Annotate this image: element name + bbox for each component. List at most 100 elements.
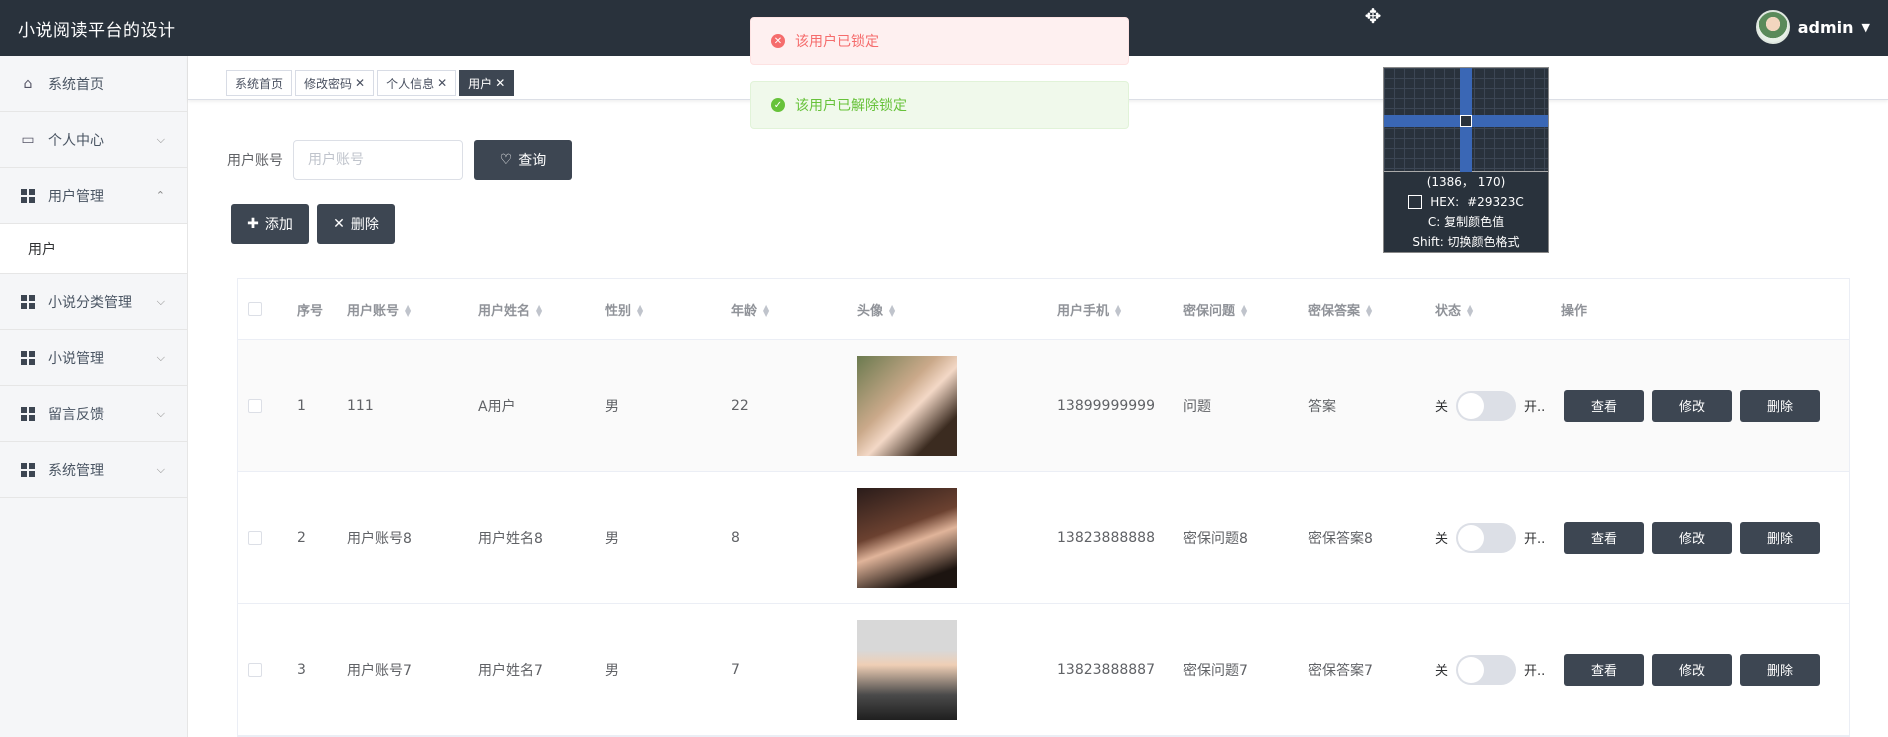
header-age[interactable]: 年龄 ▲ ▼ (731, 300, 769, 319)
switch-on-label: 开.. (1524, 532, 1546, 547)
search-label: 用户账号 (227, 153, 283, 169)
cell-gender: 男 (605, 530, 619, 547)
cell-name: A用户 (478, 398, 516, 415)
cell-phone: 13823888887 (1057, 661, 1155, 678)
switch-on-label: 开.. (1524, 400, 1546, 415)
sidebar-item-user-management[interactable]: 用户管理 ⌃ (0, 168, 187, 224)
user-menu[interactable]: admin ▼ (1755, 10, 1870, 44)
sidebar-item-system[interactable]: 系统管理 ⌵ (0, 442, 187, 498)
sidebar-subitem-user[interactable]: 用户 (0, 224, 187, 274)
edit-button[interactable]: 修改 (1652, 653, 1732, 686)
search-button[interactable]: ♡ 查询 (474, 140, 572, 180)
header-answer[interactable]: 密保答案 ▲ ▼ (1308, 300, 1372, 319)
view-button[interactable]: 查看 (1564, 521, 1644, 554)
close-icon[interactable]: ✕ (437, 76, 447, 90)
chevron-down-icon: ⌵ (156, 462, 165, 476)
cell-operations: 查看 修改 删除 (1564, 521, 1820, 554)
sort-icon[interactable]: ▲ ▼ (637, 304, 643, 318)
cell-index: 2 (297, 529, 306, 546)
tab-user[interactable]: 用户 ✕ (459, 70, 515, 96)
header-label: 状态 (1435, 303, 1462, 319)
sidebar-item-label: 小说分类管理 (48, 294, 132, 311)
magnifier (1384, 68, 1548, 172)
sort-icon[interactable]: ▲ ▼ (405, 304, 411, 318)
close-icon[interactable]: ✕ (495, 76, 505, 90)
cell-account: 用户账号7 (347, 662, 412, 679)
heart-icon: ♡ (499, 152, 513, 168)
avatar[interactable] (1755, 10, 1790, 44)
table-header: 序号 用户账号 ▲ ▼ 用户姓名 ▲ ▼ 性别 ▲ ▼ 年龄 ▲ ▼ 头像 ▲ ▼ 用户手机 ▲ ▼ 密… (238, 279, 1849, 340)
cell-avatar (857, 619, 957, 720)
add-button[interactable]: ✚ 添加 (231, 204, 309, 244)
sort-icon[interactable]: ▲ ▼ (1467, 304, 1473, 318)
sidebar-item-label: 个人中心 (48, 132, 104, 149)
grid-icon (20, 406, 36, 422)
header-name[interactable]: 用户姓名 ▲ ▼ (478, 300, 542, 319)
sidebar-item-novel-category[interactable]: 小说分类管理 ⌵ (0, 274, 187, 330)
header-label: 用户账号 (347, 303, 400, 319)
row-checkbox[interactable] (248, 530, 262, 545)
row-delete-button[interactable]: 删除 (1740, 521, 1820, 554)
tab-change-password[interactable]: 修改密码 ✕ (295, 70, 375, 96)
header-status[interactable]: 状态 ▲ ▼ (1435, 300, 1473, 319)
sidebar-item-feedback[interactable]: 留言反馈 ⌵ (0, 386, 187, 442)
caret-down-icon[interactable]: ▼ (1862, 21, 1870, 34)
status-switch[interactable] (1456, 390, 1517, 421)
plus-icon: ✚ (247, 216, 259, 232)
view-button[interactable]: 查看 (1564, 653, 1644, 686)
chevron-down-icon: ⌵ (156, 406, 165, 420)
tab-personal-info[interactable]: 个人信息 ✕ (377, 70, 457, 96)
user-name[interactable]: admin (1798, 18, 1854, 37)
home-icon: ⌂ (23, 75, 33, 92)
add-button-label: 添加 (264, 217, 293, 233)
cell-name: 用户姓名7 (478, 662, 543, 679)
header-gender[interactable]: 性别 ▲ ▼ (605, 300, 643, 319)
sidebar-item-profile[interactable]: ▭ 个人中心 ⌵ (0, 112, 187, 168)
app-title: 小说阅读平台的设计 (18, 20, 176, 41)
grid-icon (20, 188, 36, 204)
sort-icon[interactable]: ▲ ▼ (1241, 304, 1247, 318)
picker-hex-value: #29323C (1467, 195, 1524, 209)
header-phone[interactable]: 用户手机 ▲ ▼ (1057, 300, 1121, 319)
status-switch[interactable] (1456, 522, 1517, 553)
sort-icon[interactable]: ▲ ▼ (889, 304, 895, 318)
cell-age: 7 (731, 661, 740, 678)
header-account[interactable]: 用户账号 ▲ ▼ (347, 300, 411, 319)
picker-copy-hint: C: 复制颜色值 (1427, 215, 1505, 229)
sort-icon[interactable]: ▲ ▼ (536, 304, 542, 318)
view-button[interactable]: 查看 (1564, 389, 1644, 422)
tab-home[interactable]: 系统首页 (226, 70, 293, 96)
search-input[interactable] (293, 140, 463, 180)
delete-button[interactable]: ✕ 删除 (317, 204, 395, 244)
color-swatch (1408, 195, 1423, 209)
avatar-image (857, 619, 957, 720)
row-delete-button[interactable]: 删除 (1740, 389, 1820, 422)
sort-icon[interactable]: ▲ ▼ (1366, 304, 1372, 318)
cell-answer: 答案 (1308, 398, 1336, 415)
cell-avatar (857, 355, 957, 456)
sidebar: ⌂ 系统首页 ▭ 个人中心 ⌵ 用户管理 ⌃ 用户 小说分类管理 ⌵ 小说管理 … (0, 56, 188, 737)
chevron-up-icon: ⌃ (155, 189, 165, 202)
close-icon[interactable]: ✕ (355, 76, 365, 90)
success-toast-text: 该用户已解除锁定 (795, 98, 907, 114)
cell-status: 关 开.. (1435, 390, 1546, 421)
header-label: 用户姓名 (478, 303, 531, 319)
sidebar-item-home[interactable]: ⌂ 系统首页 (0, 56, 187, 112)
move-cursor-icon: ✥ (1364, 4, 1382, 28)
edit-button[interactable]: 修改 (1652, 389, 1732, 422)
close-icon: ✕ (333, 216, 345, 232)
row-delete-button[interactable]: 删除 (1740, 653, 1820, 686)
cell-operations: 查看 修改 删除 (1564, 389, 1820, 422)
edit-button[interactable]: 修改 (1652, 521, 1732, 554)
sort-icon[interactable]: ▲ ▼ (1115, 304, 1121, 318)
header-question[interactable]: 密保问题 ▲ ▼ (1183, 300, 1247, 319)
row-checkbox[interactable] (248, 662, 262, 677)
row-checkbox[interactable] (248, 398, 262, 413)
sort-icon[interactable]: ▲ ▼ (763, 304, 769, 318)
select-all-checkbox[interactable] (248, 302, 262, 316)
cell-name: 用户姓名8 (478, 530, 543, 547)
header-avatar[interactable]: 头像 ▲ ▼ (857, 300, 895, 319)
sidebar-item-novel[interactable]: 小说管理 ⌵ (0, 330, 187, 386)
status-switch[interactable] (1456, 654, 1517, 685)
card-icon: ▭ (21, 131, 35, 148)
